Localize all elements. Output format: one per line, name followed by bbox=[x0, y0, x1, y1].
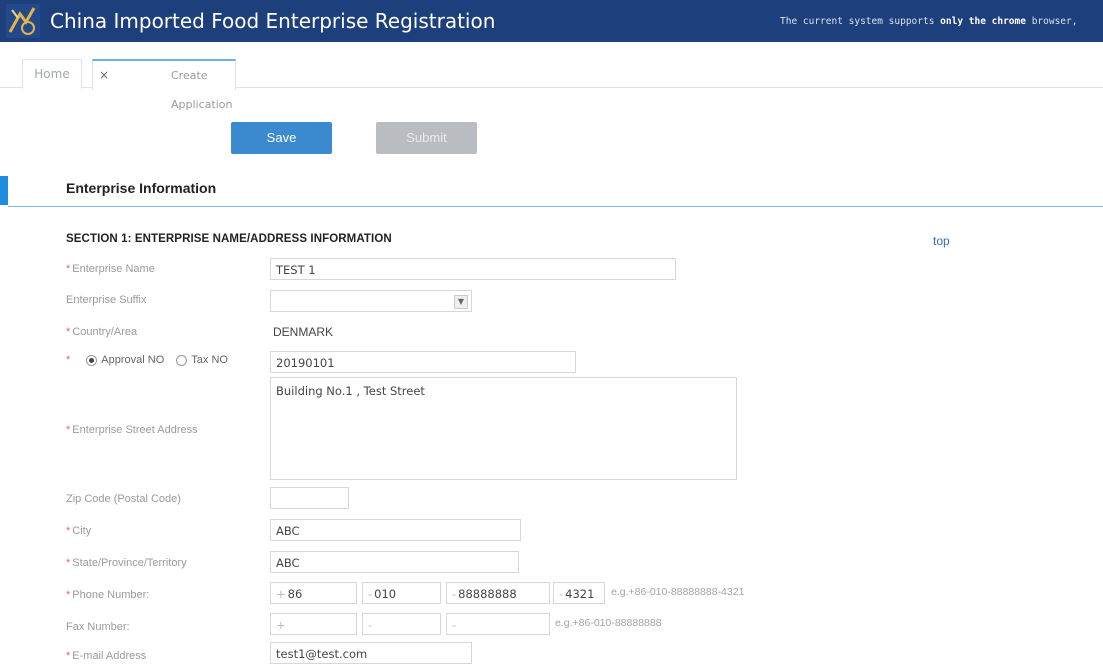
dragon-logo-icon bbox=[6, 4, 40, 38]
phone-area-code-input[interactable]: -010 bbox=[362, 582, 441, 604]
required-mark: * bbox=[66, 326, 71, 338]
phone-ext-value: 4321 bbox=[565, 587, 595, 601]
top-link[interactable]: top bbox=[933, 234, 950, 248]
state-input[interactable]: ABC bbox=[270, 551, 519, 573]
email-label: * E-mail Address bbox=[66, 650, 146, 662]
tab-create-application[interactable]: Create Application × bbox=[92, 59, 236, 111]
submit-button[interactable]: Submit bbox=[376, 122, 477, 154]
subsection-title: SECTION 1: ENTERPRISE NAME/ADDRESS INFOR… bbox=[66, 233, 392, 245]
required-mark: * bbox=[66, 354, 71, 366]
dash-prefix: - bbox=[452, 618, 457, 632]
tab-home-label: Home bbox=[34, 67, 70, 81]
enterprise-name-input[interactable]: TEST 1 bbox=[270, 258, 676, 280]
section-title: Enterprise Information bbox=[66, 180, 217, 196]
enterprise-suffix-select[interactable]: ▼ bbox=[270, 290, 472, 312]
required-mark: * bbox=[66, 424, 71, 436]
approval-no-radio[interactable] bbox=[86, 354, 98, 366]
fax-area-code-input[interactable]: - bbox=[362, 613, 441, 635]
label-text: E-mail Address bbox=[72, 650, 147, 662]
phone-country-value: 86 bbox=[287, 587, 303, 601]
browser-notice: The current system supports only the chr… bbox=[780, 16, 1077, 27]
tax-no-label: Tax NO bbox=[191, 354, 228, 366]
phone-number-value: 88888888 bbox=[458, 587, 517, 601]
tab-bar: Home Create Application × bbox=[0, 53, 1103, 111]
zip-label: Zip Code (Postal Code) bbox=[66, 493, 181, 505]
app-title: China Imported Food Enterprise Registrat… bbox=[50, 9, 496, 33]
section-divider bbox=[8, 206, 1103, 207]
close-icon[interactable]: × bbox=[99, 68, 109, 82]
state-label: * State/Province/Territory bbox=[66, 557, 187, 569]
label-text: Enterprise Street Address bbox=[72, 424, 198, 436]
save-button[interactable]: Save bbox=[231, 122, 332, 154]
approval-number-input[interactable]: 20190101 bbox=[270, 351, 576, 373]
phone-area-value: 010 bbox=[374, 587, 397, 601]
dash-prefix: - bbox=[452, 587, 457, 601]
approval-no-label: Approval NO bbox=[101, 354, 165, 366]
city-label: * City bbox=[66, 525, 91, 537]
plus-prefix: + bbox=[276, 587, 286, 601]
country-value: DENMARK bbox=[273, 325, 334, 339]
phone-hint: e.g.+86-010-88888888-4321 bbox=[611, 586, 745, 598]
notice-suffix: browser, bbox=[1031, 16, 1078, 27]
enterprise-name-label: * Enterprise Name bbox=[66, 263, 155, 275]
dash-prefix: - bbox=[368, 618, 373, 632]
required-mark: * bbox=[66, 263, 71, 275]
label-text: Country/Area bbox=[72, 326, 138, 338]
section-marker bbox=[0, 176, 8, 205]
country-label: * Country/Area bbox=[66, 326, 137, 338]
chevron-down-icon[interactable]: ▼ bbox=[454, 295, 468, 309]
label-text: Phone Number: bbox=[72, 589, 150, 601]
tab-create-application-label: Create Application bbox=[171, 69, 233, 111]
required-mark: * bbox=[66, 525, 71, 537]
email-input[interactable]: test1@test.com bbox=[270, 642, 472, 664]
required-mark: * bbox=[66, 557, 71, 569]
plus-prefix: + bbox=[276, 618, 286, 632]
notice-prefix: The current system supports bbox=[780, 16, 935, 27]
tax-no-radio[interactable] bbox=[176, 354, 188, 366]
required-mark: * bbox=[66, 650, 71, 662]
fax-label: Fax Number: bbox=[66, 621, 130, 633]
label-text: City bbox=[72, 525, 92, 537]
required-mark: * bbox=[66, 589, 71, 601]
street-address-textarea[interactable]: Building No.1 , Test Street bbox=[270, 377, 737, 480]
dash-prefix: - bbox=[368, 587, 373, 601]
label-text: State/Province/Territory bbox=[72, 557, 187, 569]
approval-radio-group: * Approval NO Tax NO bbox=[66, 354, 228, 366]
phone-country-code-input[interactable]: +86 bbox=[270, 582, 357, 604]
enterprise-suffix-label: Enterprise Suffix bbox=[66, 294, 147, 306]
city-input[interactable]: ABC bbox=[270, 519, 521, 541]
phone-label: * Phone Number: bbox=[66, 589, 149, 601]
phone-number-input[interactable]: -88888888 bbox=[446, 582, 550, 604]
phone-extension-input[interactable]: -4321 bbox=[553, 582, 605, 604]
fax-number-input[interactable]: - bbox=[446, 613, 550, 635]
fax-country-code-input[interactable]: + bbox=[270, 613, 357, 635]
tab-home[interactable]: Home bbox=[22, 59, 82, 89]
fax-hint: e.g.+86-010-88888888 bbox=[555, 617, 662, 629]
app-header: China Imported Food Enterprise Registrat… bbox=[0, 0, 1103, 42]
street-address-label: * Enterprise Street Address bbox=[66, 424, 198, 436]
dash-prefix: - bbox=[559, 587, 564, 601]
zip-input[interactable] bbox=[270, 487, 349, 509]
label-text: Enterprise Name bbox=[72, 263, 155, 275]
notice-bold: only the chrome bbox=[940, 16, 1026, 27]
